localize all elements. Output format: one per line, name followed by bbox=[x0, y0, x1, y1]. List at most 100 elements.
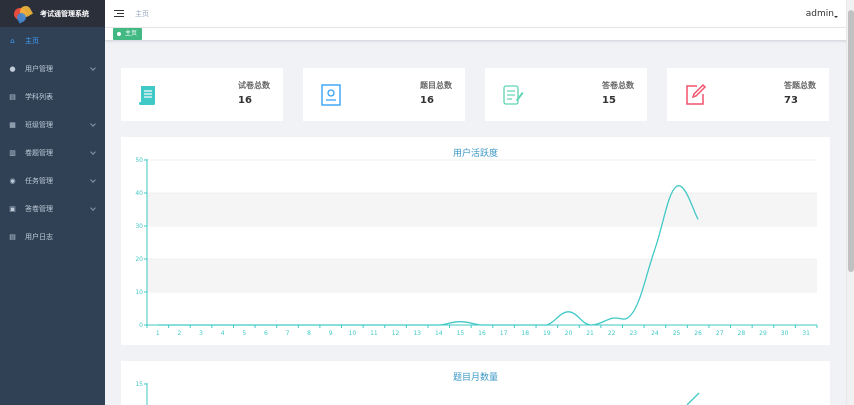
stat-value: 73 bbox=[784, 95, 798, 106]
sidebar-item[interactable]: ▦ 班级管理 bbox=[0, 111, 105, 139]
y-tick-label: 20 bbox=[135, 256, 143, 263]
stat-value: 16 bbox=[420, 95, 434, 106]
sidebar-item-label: 班级管理 bbox=[25, 121, 53, 129]
hamburger-icon[interactable] bbox=[114, 9, 124, 18]
stat-value: 15 bbox=[602, 95, 616, 106]
y-tick-label: 15 bbox=[135, 381, 143, 388]
stat-label: 试卷总数 bbox=[238, 81, 270, 90]
chevron-down-icon bbox=[90, 121, 96, 127]
x-tick-label: 31 bbox=[802, 330, 810, 337]
x-tick-label: 19 bbox=[543, 330, 551, 337]
user-icon: ● bbox=[9, 64, 16, 73]
x-tick-label: 8 bbox=[307, 330, 311, 337]
log-icon: ▤ bbox=[9, 232, 16, 241]
y-tick-label: 40 bbox=[135, 190, 143, 197]
sidebar-item[interactable]: ▣ 答卷管理 bbox=[0, 195, 105, 223]
x-tick-label: 17 bbox=[500, 330, 508, 337]
task-icon: ◉ bbox=[9, 176, 16, 185]
caret-down-icon[interactable] bbox=[834, 16, 838, 18]
sidebar-item-label: 任务管理 bbox=[25, 177, 53, 185]
y-tick-label: 30 bbox=[135, 223, 143, 230]
sidebar-item[interactable]: ⌂ 主页 bbox=[0, 27, 105, 55]
x-tick-label: 22 bbox=[608, 330, 616, 337]
breadcrumb[interactable]: 主页 bbox=[135, 9, 149, 19]
answer-icon: ▣ bbox=[9, 204, 16, 213]
stat-label: 题目总数 bbox=[420, 81, 452, 90]
x-tick-label: 4 bbox=[221, 330, 225, 337]
x-tick-label: 11 bbox=[370, 330, 378, 337]
x-tick-label: 1 bbox=[156, 330, 160, 337]
chevron-down-icon bbox=[90, 149, 96, 155]
logo-icon bbox=[12, 3, 34, 24]
y-tick-label: 50 bbox=[135, 157, 143, 164]
navbar: 主页 admin bbox=[105, 0, 854, 27]
y-tick-label: 10 bbox=[135, 289, 143, 296]
app-logo[interactable]: 考试通管理系统 bbox=[0, 0, 105, 27]
active-dot-icon bbox=[117, 32, 121, 36]
app-title: 考试通管理系统 bbox=[40, 9, 89, 18]
stat-label: 答题总数 bbox=[784, 81, 816, 90]
x-tick-label: 27 bbox=[716, 330, 724, 337]
tag-home[interactable]: 主页 bbox=[113, 28, 143, 40]
x-tick-label: 16 bbox=[478, 330, 486, 337]
activity-line-chart: 010203040501 2 3 4 5 6 7 8 9 10 11 12 13 14 15 16 17 18 19… bbox=[135, 157, 818, 337]
chevron-down-icon bbox=[90, 65, 96, 71]
x-tick-label: 5 bbox=[242, 330, 246, 337]
series-line bbox=[686, 392, 700, 405]
user-menu[interactable]: admin bbox=[806, 9, 834, 19]
paper-scroll-icon bbox=[139, 86, 155, 105]
sidebar-item-label: 用户管理 bbox=[25, 65, 53, 73]
x-tick-label: 21 bbox=[586, 330, 594, 337]
sidebar-item-label: 主页 bbox=[25, 37, 39, 45]
y-tick-label: 0 bbox=[139, 322, 143, 329]
sidebar-item[interactable]: ◉ 任务管理 bbox=[0, 167, 105, 195]
x-tick-label: 7 bbox=[286, 330, 290, 337]
stat-card-responses[interactable]: 答题总数 73 bbox=[667, 68, 829, 121]
x-tick-label: 23 bbox=[629, 330, 637, 337]
tag-label: 主页 bbox=[125, 30, 138, 37]
x-tick-label: 6 bbox=[264, 330, 268, 337]
sidebar-item[interactable]: ● 用户管理 bbox=[0, 55, 105, 83]
home-icon: ⌂ bbox=[10, 36, 15, 45]
page-scrollbar[interactable] bbox=[846, 0, 854, 405]
sidebar-item-label: 卷题管理 bbox=[25, 149, 53, 157]
x-tick-label: 20 bbox=[565, 330, 573, 337]
chart-panel-activity: 用户活跃度 0 10 20 30 40 50 1 2 3 4 5 6 7 8 9 10 11 12 13 14 15 16… bbox=[121, 137, 830, 345]
question-book-icon bbox=[321, 84, 341, 106]
stat-card-questions[interactable]: 题目总数 16 bbox=[303, 68, 465, 121]
x-tick-label: 15 bbox=[457, 330, 465, 337]
sidebar-item-label: 用户日志 bbox=[25, 233, 53, 241]
sidebar-item-label: 学科列表 bbox=[25, 93, 53, 101]
chevron-down-icon bbox=[90, 205, 96, 211]
x-tick-label: 30 bbox=[781, 330, 789, 337]
sidebar-item[interactable]: ▤ 用户日志 bbox=[0, 223, 105, 251]
edit-note-icon bbox=[686, 83, 707, 105]
sidebar-item[interactable]: ▤ 学科列表 bbox=[0, 83, 105, 111]
sidebar-item-label: 答卷管理 bbox=[25, 205, 53, 213]
x-tick-label: 26 bbox=[694, 330, 702, 337]
x-tick-label: 28 bbox=[738, 330, 746, 337]
x-tick-label: 29 bbox=[759, 330, 767, 337]
x-tick-label: 10 bbox=[349, 330, 357, 337]
tags-view: 主页 bbox=[105, 27, 854, 41]
sidebar-item[interactable]: ▥ 卷题管理 bbox=[0, 139, 105, 167]
x-tick-label: 9 bbox=[329, 330, 333, 337]
stat-label: 答卷总数 bbox=[602, 81, 634, 90]
x-tick-label: 25 bbox=[673, 330, 681, 337]
list-icon: ▤ bbox=[9, 92, 16, 101]
x-tick-label: 12 bbox=[392, 330, 400, 337]
book-icon: ▥ bbox=[9, 148, 16, 157]
sidebar-menu: ⌂ 主页 ● 用户管理 ▤ 学科列表 ▦ 班级管理 ▥ 卷题管理 ◉ 任务管理 ▣ 答卷管理 ▤ 用户日志 bbox=[0, 27, 105, 251]
stat-card-answers[interactable]: 答卷总数 15 bbox=[485, 68, 647, 121]
x-tick-label: 18 bbox=[521, 330, 529, 337]
stat-card-papers[interactable]: 试卷总数 16 bbox=[121, 68, 283, 121]
questions-line-chart: 15 bbox=[135, 381, 700, 405]
scrollbar-thumb[interactable] bbox=[848, 10, 854, 272]
grid-band bbox=[147, 259, 817, 292]
x-tick-label: 24 bbox=[651, 330, 659, 337]
x-tick-label: 13 bbox=[413, 330, 421, 337]
x-tick-label: 2 bbox=[178, 330, 182, 337]
chart-panel-questions: 题目月数量 15 bbox=[121, 361, 830, 405]
sidebar: 考试通管理系统 ⌂ 主页 ● 用户管理 ▤ 学科列表 ▦ 班级管理 ▥ 卷题管理 ◉ 任务管理 ▣ 答卷管… bbox=[0, 0, 105, 405]
stat-value: 16 bbox=[238, 95, 252, 106]
